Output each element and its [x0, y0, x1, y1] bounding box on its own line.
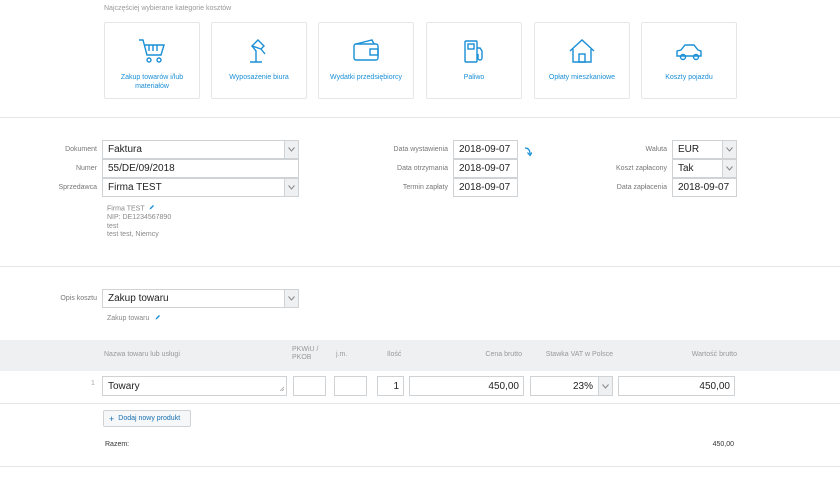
paid-date-input[interactable]: 2018-09-07: [672, 178, 737, 197]
currency-select[interactable]: EUR: [672, 140, 737, 159]
seller-info: Firma TEST NIP: DE1234567890 test test t…: [107, 204, 171, 240]
gross-price-value: 450,00: [488, 380, 519, 392]
divider: [0, 466, 840, 467]
total-value: 450,00: [712, 441, 734, 448]
th-gross-value: Wartość brutto: [691, 351, 737, 358]
currency-value: EUR: [678, 144, 700, 155]
gross-value-input[interactable]: 450,00: [618, 376, 735, 396]
edit-pencil-icon[interactable]: [149, 204, 155, 214]
cost-desc-label: Opis kosztu: [60, 295, 97, 302]
seller-info-line2: test test, Niemcy: [107, 231, 159, 239]
qty-input[interactable]: 1: [377, 376, 404, 396]
cost-desc-value: Zakup towaru: [108, 293, 169, 304]
chevron-down-icon: [284, 141, 298, 158]
divider: [0, 266, 840, 267]
plus-icon: +: [109, 413, 115, 424]
category-label: Koszty pojazdu: [665, 74, 713, 81]
gross-value-value: 450,00: [699, 380, 730, 392]
row-index: 1: [91, 380, 95, 387]
number-value: 55/DE/09/2018: [108, 163, 175, 174]
paid-value: Tak: [678, 163, 694, 174]
car-icon: [676, 44, 702, 61]
edit-pencil-icon[interactable]: [155, 314, 161, 322]
divider: [0, 403, 840, 404]
document-select[interactable]: Faktura: [102, 140, 299, 159]
category-card-office[interactable]: Wyposażenie biura: [211, 22, 307, 99]
th-pkwiu: PKWiU / PKOB: [292, 346, 319, 361]
products-table-header: Nazwa towaru lub usługi PKWiU / PKOB j.m…: [0, 340, 840, 371]
due-date-input[interactable]: 2018-09-07: [453, 178, 518, 197]
category-label: Wydatki przedsiębiorcy: [330, 74, 402, 81]
issue-date-label: Data wystawienia: [393, 146, 448, 153]
seller-value: Firma TEST: [108, 182, 162, 193]
issue-date-input[interactable]: 2018-09-07: [453, 140, 518, 159]
qty-value: 1: [393, 380, 399, 392]
cost-desc-select[interactable]: Zakup towaru: [102, 289, 299, 308]
due-date-value: 2018-09-07: [459, 182, 511, 193]
product-name-value: Towary: [108, 380, 140, 392]
currency-label: Waluta: [645, 146, 667, 153]
category-label: Zakup towarów i/lub materiałów: [120, 74, 184, 90]
category-card-fuel[interactable]: Paliwo: [426, 22, 522, 99]
th-qty: Ilość: [387, 351, 402, 358]
gross-price-input[interactable]: 450,00: [409, 376, 524, 396]
divider: [0, 117, 840, 118]
vat-select[interactable]: 23%: [530, 376, 613, 396]
paid-date-value: 2018-09-07: [678, 182, 730, 193]
copy-date-arrow-icon[interactable]: [523, 144, 533, 162]
unit-input[interactable]: [334, 376, 367, 396]
number-label: Numer: [75, 165, 97, 172]
category-card-vehicle[interactable]: Koszty pojazdu: [641, 22, 737, 99]
chevron-down-icon: [722, 160, 736, 177]
issue-date-value: 2018-09-07: [459, 144, 511, 155]
number-input[interactable]: 55/DE/09/2018: [102, 159, 299, 178]
seller-select[interactable]: Firma TEST: [102, 178, 299, 197]
category-label: Paliwo: [463, 74, 485, 81]
paid-label: Koszt zapłacony: [616, 165, 667, 172]
total-label: Razem:: [105, 441, 130, 448]
categories-header: Najczęściej wybierane kategorie kosztów: [104, 5, 232, 12]
seller-label: Sprzedawca: [58, 184, 97, 191]
chevron-down-icon: [598, 377, 612, 395]
seller-info-line1: test: [107, 222, 119, 230]
th-unit: j.m.: [336, 351, 348, 358]
document-value: Faktura: [108, 144, 142, 155]
document-label: Dokument: [65, 146, 97, 153]
resize-handle-icon[interactable]: [279, 383, 285, 394]
category-label: Wyposażenie biura: [229, 74, 289, 81]
shopping-cart-icon: [139, 39, 165, 63]
add-product-button[interactable]: + Dodaj nowy produkt: [103, 410, 191, 427]
received-date-input[interactable]: 2018-09-07: [453, 159, 518, 178]
vat-value: 23%: [572, 380, 593, 392]
product-name-input[interactable]: Towary: [102, 376, 287, 396]
house-icon: [569, 39, 595, 63]
received-date-label: Data otrzymania: [397, 165, 448, 172]
pkwiu-input[interactable]: [293, 376, 326, 396]
category-card-expenses[interactable]: Wydatki przedsiębiorcy: [318, 22, 414, 99]
cost-desc-note: Zakup towaru: [107, 314, 161, 322]
category-label: Opłaty mieszkaniowe: [548, 74, 616, 81]
fuel-pump-icon: [464, 40, 483, 63]
wallet-icon: [353, 39, 379, 61]
desk-lamp-icon: [250, 39, 266, 63]
chevron-down-icon: [722, 141, 736, 158]
due-date-label: Termin zapłaty: [402, 184, 448, 191]
add-product-label: Dodaj nowy produkt: [118, 415, 181, 422]
seller-info-name: Firma TEST: [107, 204, 171, 214]
paid-date-label: Data zapłacenia: [616, 184, 667, 191]
th-vat: Stawka VAT w Polsce: [545, 351, 613, 358]
category-card-housing[interactable]: Opłaty mieszkaniowe: [534, 22, 630, 99]
category-card-goods[interactable]: Zakup towarów i/lub materiałów: [104, 22, 200, 99]
paid-select[interactable]: Tak: [672, 159, 737, 178]
chevron-down-icon: [284, 179, 298, 196]
chevron-down-icon: [284, 290, 298, 307]
seller-info-nip: NIP: DE1234567890: [107, 214, 172, 222]
received-date-value: 2018-09-07: [459, 163, 511, 174]
th-gross-price: Cena brutto: [485, 351, 522, 358]
th-name: Nazwa towaru lub usługi: [104, 351, 180, 358]
